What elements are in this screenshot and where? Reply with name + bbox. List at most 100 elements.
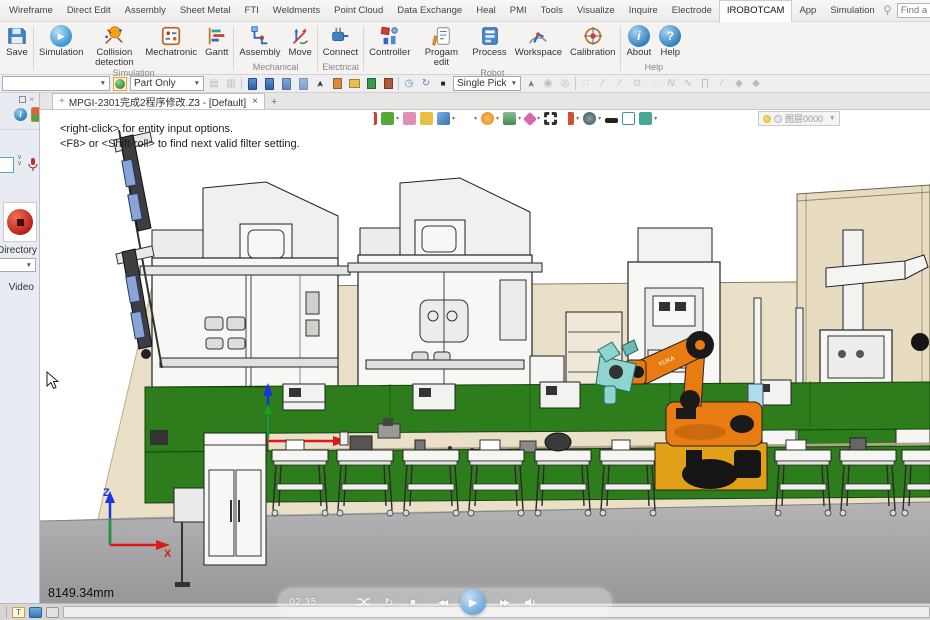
folder-icon[interactable] [347, 77, 361, 91]
machine-cnc-left[interactable] [140, 182, 350, 395]
bookmark-4-icon[interactable] [296, 77, 310, 91]
menu-tab-data-exchange[interactable]: Data Exchange [390, 1, 469, 21]
menu-tab-inquire[interactable]: Inquire [622, 1, 665, 21]
pick-cursor-icon[interactable]: ➤ [313, 77, 327, 91]
menu-tab-pmi[interactable]: PMI [503, 1, 534, 21]
simulation-button[interactable]: ▶ Simulation [35, 23, 87, 58]
play-button[interactable]: ▶ [460, 589, 486, 615]
scene-globe-icon[interactable] [113, 77, 127, 91]
background-icon[interactable] [622, 112, 635, 125]
history-clock-icon[interactable]: ◷ [402, 77, 416, 91]
assembly-button[interactable]: Assembly [235, 23, 284, 58]
info-icon[interactable]: i [14, 108, 27, 121]
appearance-brush-icon[interactable] [403, 112, 416, 125]
rewind-button[interactable]: ◀◀ [432, 598, 452, 607]
regen-icon[interactable]: ↻ [419, 77, 433, 91]
export-red-icon[interactable] [381, 77, 395, 91]
panel-text-input[interactable] [0, 157, 14, 173]
menu-tab-irobotcam[interactable]: IROBOTCAM [719, 0, 793, 22]
compass-icon[interactable] [523, 111, 537, 125]
menu-tab-tools[interactable]: Tools [534, 1, 570, 21]
pick-mode-dropdown[interactable]: Single Pick▼ [453, 76, 521, 91]
about-button[interactable]: i About [622, 23, 655, 58]
menu-tab-electrode[interactable]: Electrode [665, 1, 719, 21]
edge-display-icon[interactable] [605, 118, 618, 123]
shuffle-icon[interactable] [356, 597, 370, 607]
view-orient-icon[interactable] [381, 112, 394, 125]
gantt-button[interactable]: Gantt [201, 23, 232, 58]
exit-env-icon[interactable] [364, 112, 377, 125]
document-tab-close-icon[interactable]: × [252, 96, 258, 107]
menu-tab-wireframe[interactable]: Wireframe [2, 1, 60, 21]
render-wheel-icon[interactable] [481, 112, 494, 125]
calibration-button[interactable]: Calibration [566, 23, 619, 58]
microphone-icon[interactable] [28, 157, 38, 172]
material-box-icon[interactable] [420, 112, 433, 125]
display-toggle-icon[interactable] [29, 607, 42, 618]
section-view-icon[interactable] [561, 112, 574, 125]
document-tab[interactable]: + MPGI-2301完成2程序修改.Z3 - [Default] × [52, 93, 265, 109]
stop-button[interactable]: ■ [406, 597, 420, 607]
new-tab-button[interactable]: + [271, 96, 277, 109]
bookmark-3-icon[interactable] [279, 77, 293, 91]
record-stop-button[interactable] [3, 202, 37, 242]
panel-toggle-icon[interactable] [46, 607, 59, 618]
drag-hand-icon[interactable] [639, 112, 652, 125]
3d-viewport[interactable]: ▾ ▾ ▾ ▾ ▾ ▾ ▾ ▾ ▾ [40, 110, 930, 603]
connect-button[interactable]: Connect [319, 23, 362, 58]
mechatronic-button[interactable]: Mechatronic [141, 23, 201, 58]
viewport-3d-scene[interactable]: KUKA [40, 110, 930, 603]
layer-selector[interactable]: 图层0000 ▼ [758, 111, 840, 126]
menu-tab-sheet-metal[interactable]: Sheet Metal [173, 1, 238, 21]
command-history-dropdown[interactable]: ▼ [2, 76, 110, 91]
menu-tab-app[interactable]: App [792, 1, 823, 21]
pin-icon[interactable] [882, 5, 893, 16]
clipboard-icon[interactable] [330, 77, 344, 91]
move-button[interactable]: Move [285, 23, 316, 58]
program-edit-button[interactable]: Progam edit [414, 23, 468, 67]
shade-box-icon[interactable] [437, 112, 450, 125]
unlink-view-icon[interactable]: ▥ [224, 77, 238, 91]
link-view-icon[interactable]: ▤ [207, 77, 221, 91]
cell-post[interactable] [754, 298, 761, 394]
menu-tab-assembly[interactable]: Assembly [118, 1, 173, 21]
menu-tab-direct-edit[interactable]: Direct Edit [60, 1, 118, 21]
volume-icon[interactable] [524, 597, 537, 608]
stop-icon[interactable]: ■ [436, 77, 450, 91]
process-button[interactable]: Process [468, 23, 510, 58]
export-green-icon[interactable] [364, 77, 378, 91]
select-cursor-icon[interactable]: ➤ [524, 77, 538, 91]
wireframe-cube-icon[interactable] [459, 112, 472, 125]
texture-icon[interactable] [503, 112, 516, 125]
collision-detection-button[interactable]: Collision detection [87, 23, 141, 67]
panel-window-controls[interactable]: × [19, 95, 36, 104]
calibration-icon [582, 25, 604, 47]
save-button[interactable]: Save [2, 23, 32, 58]
zoom-fit-icon[interactable] [544, 112, 557, 125]
bookmark-2-icon[interactable] [262, 77, 276, 91]
menu-tab-weldments[interactable]: Weldments [266, 1, 327, 21]
fast-forward-button[interactable]: ▶▶ [494, 598, 514, 607]
directory-dropdown[interactable]: ▼ [0, 258, 36, 272]
shadow-sphere-icon[interactable] [583, 112, 596, 125]
command-search-input[interactable] [897, 3, 930, 18]
menu-tab-simulation[interactable]: Simulation [823, 1, 881, 21]
bookmark-1-icon[interactable] [245, 77, 259, 91]
pick-from-list-icon[interactable]: ◉ [541, 77, 555, 91]
panel-partial-icon[interactable] [31, 107, 40, 122]
menu-tab-heal[interactable]: Heal [469, 1, 503, 21]
pick-last-icon[interactable]: ◎ [558, 77, 572, 91]
menu-tab-visualize[interactable]: Visualize [570, 1, 622, 21]
menu-tab-fti[interactable]: FTI [238, 1, 266, 21]
filter-spline-icon: ∿ [681, 77, 695, 91]
menu-tab-point-cloud[interactable]: Point Cloud [327, 1, 390, 21]
loop-icon[interactable]: ↻ [382, 596, 396, 609]
machine-cnc-mid[interactable] [348, 178, 542, 395]
chevron-expand-icon[interactable]: ∨∨ [17, 155, 22, 167]
filter-toggle-icon[interactable]: T [12, 607, 25, 618]
workspace-button[interactable]: Workspace [511, 23, 566, 58]
help-button[interactable]: ? Help [655, 23, 685, 58]
filter-mode-dropdown[interactable]: Part Only▼ [130, 76, 204, 91]
controller-button[interactable]: Controller [365, 23, 414, 58]
assembly-icon [249, 25, 271, 47]
